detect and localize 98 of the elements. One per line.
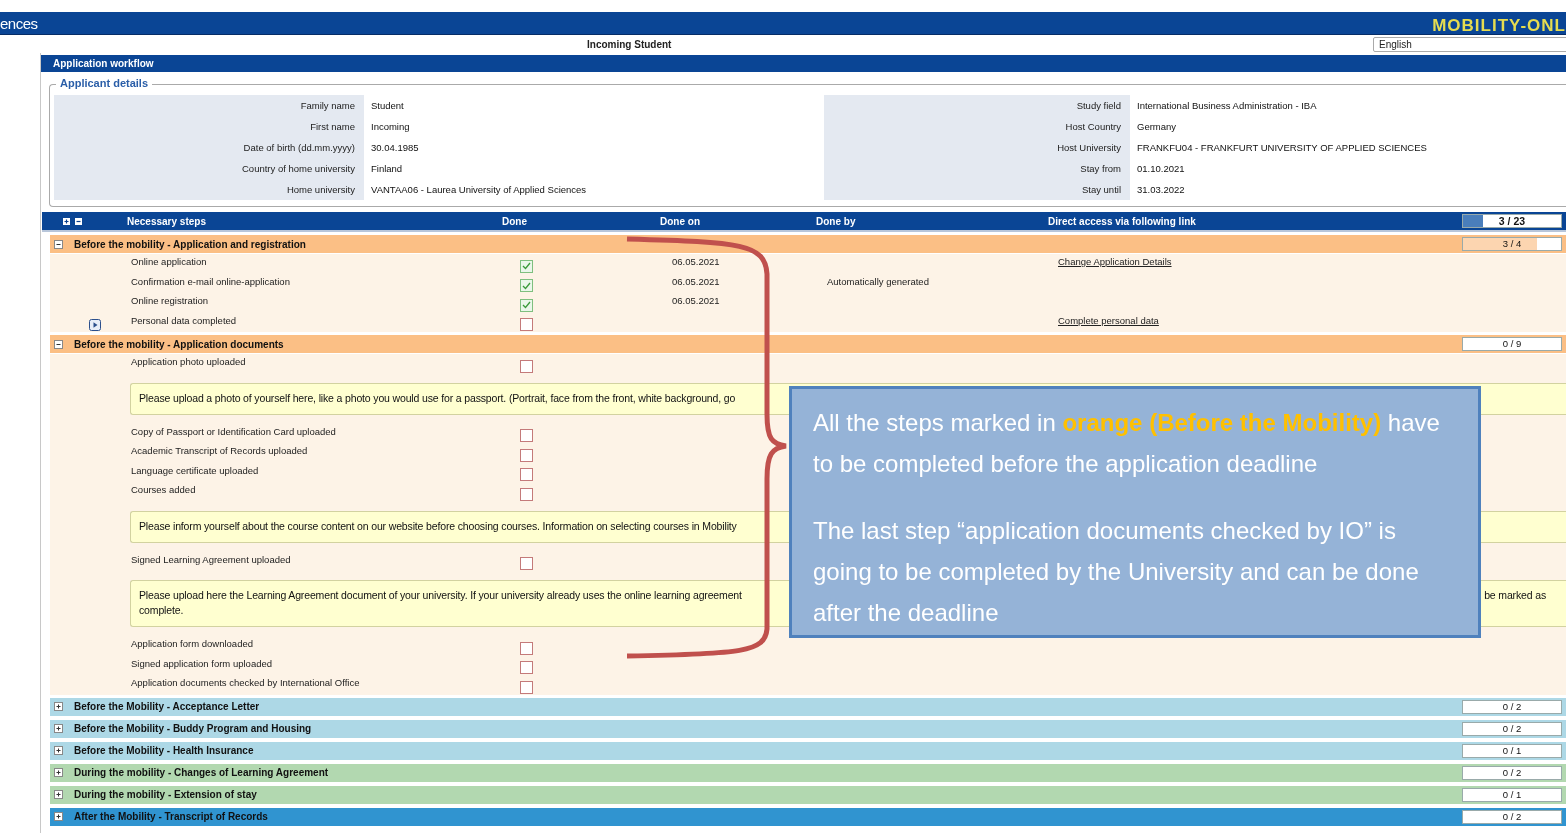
checkbox[interactable]: [520, 680, 533, 694]
step-name: Confirmation e-mail online-application: [131, 274, 291, 287]
done-date: 06.05.2021: [672, 256, 720, 267]
group-header[interactable]: During the mobility - Changes of Learning Agreement 0 / 2: [50, 763, 1566, 783]
checkbox[interactable]: [520, 468, 533, 482]
progress-bar: 0 / 2: [1462, 699, 1562, 714]
step-name: Application documents checked by International Office: [131, 676, 361, 688]
hint-text: Please upload a photo of yourself here, like a photo you would use for a passport. (Portrait, face from the front, white background, go: [139, 390, 736, 406]
field-value: 31.03.2022: [1137, 183, 1186, 197]
expand-all-icon[interactable]: [63, 217, 70, 225]
checkbox[interactable]: [520, 557, 533, 571]
section-legend: Applicant details: [56, 77, 153, 89]
field-label: Study field: [1075, 99, 1121, 113]
column-header: Necessary steps: [126, 215, 207, 227]
checkbox[interactable]: [520, 429, 533, 443]
link[interactable]: Complete personal data: [1058, 314, 1159, 326]
field-label: Date of birth (dd.mm.yyyy): [242, 141, 355, 155]
expand-icon[interactable]: [54, 790, 63, 799]
field-value: Germany: [1137, 120, 1178, 134]
logo: MOBILITY-ONL: [1432, 17, 1566, 34]
column-header: Done on: [659, 215, 701, 227]
collapse-icon[interactable]: [54, 239, 63, 249]
group-header[interactable]: Before the Mobility - Health Insurance 0 / 1: [50, 741, 1566, 761]
column-header: Direct access via following link: [1047, 215, 1197, 227]
done-by-text: Automatically generated: [827, 275, 929, 287]
field-label: Stay until: [1080, 183, 1121, 197]
step-name: Application photo uploaded: [131, 355, 247, 367]
step-name: Language certificate uploaded: [131, 463, 260, 476]
checkbox[interactable]: [520, 279, 533, 293]
progress-bar: 0 / 1: [1462, 743, 1562, 758]
step-name: Personal data completed: [131, 313, 238, 326]
field-value: International Business Administration - IBA: [1137, 99, 1318, 113]
step-name: Courses added: [131, 483, 197, 495]
panel-header: Application workflow: [41, 55, 1566, 72]
link[interactable]: Change Application Details: [1058, 256, 1172, 267]
field-label: Family name: [299, 99, 355, 113]
checkbox[interactable]: [520, 298, 533, 312]
site-title: ences: [0, 14, 38, 32]
step-name: Signed application form uploaded: [131, 656, 273, 669]
progress-bar: 0 / 9: [1462, 337, 1562, 351]
hint-text: Please inform yourself about the course content on our website before choosing courses. Information on selecting courses in Mobility: [139, 518, 737, 534]
field-label: Home university: [285, 183, 355, 197]
step-name: Online registration: [131, 294, 210, 306]
progress-bar: 3 / 4: [1462, 237, 1562, 251]
progress-bar: 0 / 2: [1462, 809, 1562, 824]
expand-icon[interactable]: [54, 812, 63, 821]
hint-text: be marked as: [1484, 588, 1547, 603]
field-value: FRANKFU04 - FRANKFURT UNIVERSITY OF APPLIED SCIENCES: [1137, 141, 1427, 155]
callout-text: The last step “application documents checked by IO” is going to be completed by the University and can be done after the deadline: [813, 516, 1420, 628]
field-value: Finland: [371, 162, 404, 176]
field-value: VANTAA06 - Laurea University of Applied Sciences: [371, 183, 587, 197]
collapse-icon[interactable]: [54, 339, 63, 349]
field-value: Student: [371, 99, 405, 113]
done-date: 06.05.2021: [672, 275, 720, 287]
expand-icon[interactable]: [54, 724, 63, 733]
expand-icon[interactable]: [54, 768, 63, 777]
field-value: 30.04.1985: [371, 141, 420, 155]
field-label: Country of home university: [241, 162, 355, 176]
callout-text: All the steps marked in orange (Before the Mobility) have to be completed before the application deadline: [813, 408, 1441, 479]
step-name: Signed Learning Agreement uploaded: [131, 552, 292, 565]
expand-icon[interactable]: [54, 746, 63, 755]
field-label: First name: [309, 120, 355, 134]
checkbox[interactable]: [520, 487, 533, 501]
progress-bar: 0 / 2: [1462, 765, 1562, 780]
step-name: Copy of Passport or Identification Card uploaded: [131, 424, 337, 437]
column-header: Done: [502, 215, 528, 227]
checkbox[interactable]: [520, 641, 533, 655]
checkbox[interactable]: [520, 359, 533, 373]
field-label: Stay from: [1079, 162, 1121, 176]
done-date: 06.05.2021: [672, 295, 720, 306]
collapse-all-icon[interactable]: [75, 217, 82, 225]
field-label: Host University: [1056, 141, 1121, 155]
checkbox[interactable]: [520, 661, 533, 675]
checkbox[interactable]: [520, 448, 533, 462]
step-name: Academic Transcript of Records uploaded: [131, 444, 309, 456]
group-header[interactable]: Before the Mobility - Buddy Program and Housing 0 / 2: [50, 719, 1566, 739]
language-select[interactable]: English: [1373, 37, 1566, 52]
group-header[interactable]: Before the mobility - Application documents 0 / 9: [50, 335, 1566, 354]
hint-text: Please upload here the Learning Agreement document of your university. If your university already uses the online learning agreement: [139, 588, 742, 603]
progress-bar: 3 / 23: [1462, 214, 1562, 228]
play-icon[interactable]: [89, 319, 101, 332]
step-name: Application form downloaded: [131, 637, 254, 649]
field-value: Incoming: [371, 120, 411, 134]
hint-text: complete.: [139, 604, 184, 616]
progress-bar: 0 / 1: [1462, 787, 1562, 802]
expand-icon[interactable]: [54, 702, 63, 711]
column-header: Done by: [815, 215, 857, 227]
group-header[interactable]: Before the Mobility - Acceptance Letter 0 / 2: [50, 697, 1566, 717]
field-label: Host Country: [1064, 120, 1121, 134]
group-header[interactable]: Before the mobility - Application and registration 3 / 4: [50, 235, 1566, 254]
page-title: Incoming Student: [587, 38, 672, 50]
group-header[interactable]: During the mobility - Extension of stay 0 / 1: [50, 785, 1566, 805]
checkbox[interactable]: [520, 259, 533, 273]
checkbox[interactable]: [520, 318, 533, 332]
progress-bar: 0 / 2: [1462, 721, 1562, 736]
group-header[interactable]: After the Mobility - Transcript of Records 0 / 2: [50, 807, 1566, 827]
step-name: Online application: [131, 255, 208, 267]
field-value: 01.10.2021: [1137, 162, 1186, 176]
